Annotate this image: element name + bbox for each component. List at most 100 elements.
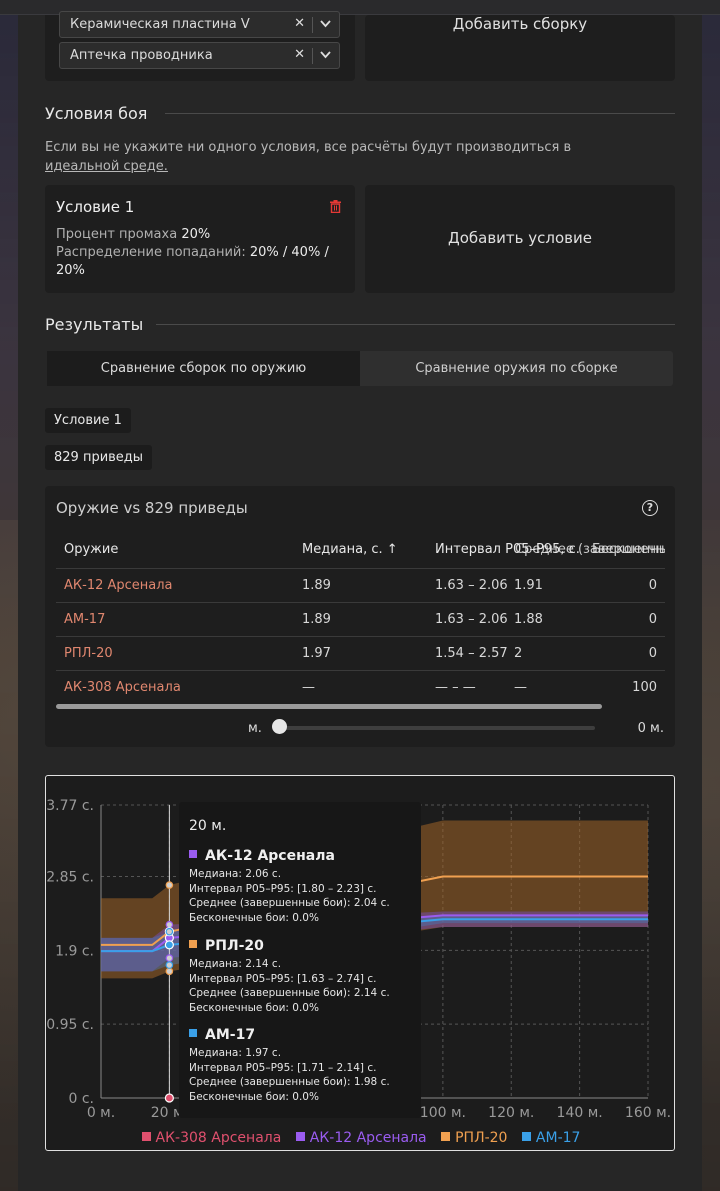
- select-separator: [312, 17, 313, 33]
- tooltip-line: Бесконечные бои: 0.0%: [189, 1001, 319, 1014]
- hover-point: [165, 927, 174, 936]
- legend-item[interactable]: АК-308 Арсенала: [141, 1130, 281, 1146]
- tooltip-line: Бесконечные бои: 0.0%: [189, 1090, 319, 1103]
- infinite-cell: 0: [648, 578, 657, 593]
- table-row[interactable]: АМ-17 1.89 1.63 – 2.06 1.88 0: [56, 602, 665, 636]
- table-title: Оружие vs 829 приведы: [56, 499, 248, 517]
- tooltip-title: 20 м.: [189, 818, 227, 834]
- series-swatch: [189, 1029, 197, 1037]
- column-header-interval[interactable]: Интервал P05–P95, с. Среднее (завершенны…: [435, 542, 665, 557]
- tooltip-entry: РПЛ-20 Медиана: 2.14 с. Интервал P05–P95…: [189, 938, 419, 1015]
- clear-icon[interactable]: ✕: [294, 16, 305, 31]
- chart-card: 0 с. 0.95 с. 1.9 с. 2.85 с. 3.77 с. 0 м. 20 м.…: [45, 775, 675, 1151]
- interval-cell: — – —: [435, 680, 476, 695]
- median-cell: 1.89: [302, 578, 331, 593]
- interval-cell: 1.63 – 2.06: [435, 578, 508, 593]
- tooltip-series-name: АМ-17: [189, 1027, 419, 1043]
- weapon-name: АМ-17: [64, 612, 106, 627]
- calculator-panel: Керамическая пластина V ✕ Аптечка провод…: [18, 11, 702, 1191]
- x-tick-label: 140 м.: [557, 1105, 603, 1121]
- legend-item[interactable]: АМ-17: [521, 1130, 581, 1146]
- hover-point: [165, 954, 174, 962]
- ideal-env-link[interactable]: идеальной среде.: [45, 159, 168, 174]
- add-condition-button[interactable]: Добавить условие: [365, 185, 675, 293]
- legend-item[interactable]: РПЛ-20: [441, 1130, 507, 1146]
- chevron-down-icon[interactable]: [320, 47, 331, 63]
- mean-cell: 2: [514, 646, 523, 661]
- hover-point: [165, 881, 174, 889]
- tooltip-series-name: АК-12 Арсенала: [189, 848, 419, 864]
- weapon-name: АК-12 Арсенала: [64, 578, 173, 593]
- infinite-cell: 0: [648, 646, 657, 661]
- distance-slider-handle[interactable]: [272, 719, 287, 734]
- divider: [165, 113, 675, 114]
- y-tick-label: 0.95 с.: [46, 1017, 94, 1033]
- condition-details: Процент промаха 20% Распределение попада…: [56, 226, 341, 280]
- condition-card[interactable]: Условие 1 Процент промаха 20% Распределе…: [45, 185, 355, 293]
- x-tick-label: 0 м.: [87, 1105, 115, 1121]
- distance-slider-track[interactable]: [279, 726, 595, 730]
- legend-swatch: [295, 1132, 305, 1141]
- condition-chip[interactable]: Условие 1: [45, 408, 131, 433]
- x-tick-label: 120 м.: [488, 1105, 534, 1121]
- enemy-chip[interactable]: 829 приведы: [45, 445, 153, 470]
- tooltip-line: Медиана: 2.14 с.: [189, 958, 282, 970]
- hover-point: [164, 940, 174, 950]
- chart-legend: АК-308 Арсенала АК-12 Арсенала РПЛ-20 АМ…: [46, 1130, 674, 1146]
- legend-item[interactable]: АК-12 Арсенала: [295, 1130, 427, 1146]
- y-tick-label: 2.85 с.: [46, 870, 94, 886]
- series-label: АМ-17: [205, 1027, 256, 1043]
- clear-icon[interactable]: ✕: [294, 47, 305, 62]
- legend-label: АМ-17: [535, 1130, 581, 1146]
- infinite-header-label: Бесконечные бои: [592, 542, 665, 557]
- series-swatch: [189, 850, 197, 858]
- weapon-name: РПЛ-20: [64, 646, 113, 661]
- table-row[interactable]: АК-12 Арсенала 1.89 1.63 – 2.06 1.91 0: [56, 568, 665, 602]
- horizontal-scrollbar[interactable]: [56, 704, 602, 709]
- tooltip-line: Бесконечные бои: 0.0%: [189, 911, 319, 924]
- results-table-card: Оружие vs 829 приведы ? Оружие Медиана, …: [45, 486, 675, 747]
- tooltip-line: Медиана: 1.97 с.: [189, 1047, 282, 1059]
- conditions-hint: Если вы не укажите ни одного условия, вс…: [45, 138, 605, 176]
- legend-label: РПЛ-20: [455, 1130, 508, 1146]
- tab-builds-by-weapon[interactable]: Сравнение сборок по оружию: [47, 351, 360, 386]
- column-header-median[interactable]: Медиана, с. ↑: [302, 542, 398, 557]
- distance-slider-label: м.: [248, 721, 262, 736]
- tooltip-entry: АМ-17 Медиана: 1.97 с. Интервал P05–P95:…: [189, 1027, 419, 1104]
- legend-swatch: [521, 1132, 531, 1141]
- select-value: Керамическая пластина V: [70, 17, 250, 32]
- add-build-button[interactable]: Добавить сборку: [365, 15, 675, 81]
- table-row[interactable]: АК-308 Арсенала — — – — — 100: [56, 670, 665, 704]
- tooltip-line: Среднее (завершенные бои): 2.04 с.: [189, 897, 390, 909]
- legend-label: АК-12 Арсенала: [309, 1130, 427, 1146]
- infinite-cell: 0: [648, 612, 657, 627]
- condition-title: Условие 1: [56, 198, 135, 216]
- miss-value: 20%: [181, 227, 211, 242]
- table-row[interactable]: РПЛ-20 1.97 1.54 – 2.57 2 0: [56, 636, 665, 670]
- miss-label: Процент промаха: [56, 227, 178, 242]
- results-heading: Результаты: [45, 315, 144, 334]
- tab-weapons-by-build[interactable]: Сравнение оружия по сборке: [360, 351, 673, 386]
- build-item-select[interactable]: Керамическая пластина V ✕: [59, 11, 340, 38]
- hover-point: [165, 967, 174, 976]
- legend-swatch: [441, 1132, 451, 1141]
- chevron-down-icon[interactable]: [320, 16, 331, 32]
- conditions-heading: Условия боя: [45, 104, 148, 123]
- add-build-label: Добавить сборку: [452, 15, 588, 33]
- build-card: Керамическая пластина V ✕ Аптечка провод…: [45, 11, 355, 81]
- build-item-select[interactable]: Аптечка проводника ✕: [59, 42, 340, 69]
- select-value: Аптечка проводника: [70, 48, 213, 63]
- help-icon[interactable]: ?: [642, 500, 658, 516]
- distance-value: 0 м.: [637, 721, 664, 736]
- tooltip-series-name: РПЛ-20: [189, 938, 419, 954]
- tooltip-line: Интервал P05–P95: [1.71 – 2.14] с.: [189, 1061, 377, 1074]
- hint-text: Если вы не укажите ни одного условия, вс…: [45, 140, 572, 155]
- column-header-weapon[interactable]: Оружие: [64, 542, 118, 557]
- interval-cell: 1.63 – 2.06: [435, 612, 508, 627]
- median-cell: —: [302, 680, 315, 695]
- mean-cell: 1.88: [514, 612, 543, 627]
- series-label: АК-12 Арсенала: [205, 848, 335, 864]
- x-tick-label: 100 м.: [420, 1105, 466, 1121]
- trash-icon[interactable]: [330, 200, 341, 213]
- tooltip-line: Среднее (завершенные бои): 1.98 с.: [189, 1076, 390, 1088]
